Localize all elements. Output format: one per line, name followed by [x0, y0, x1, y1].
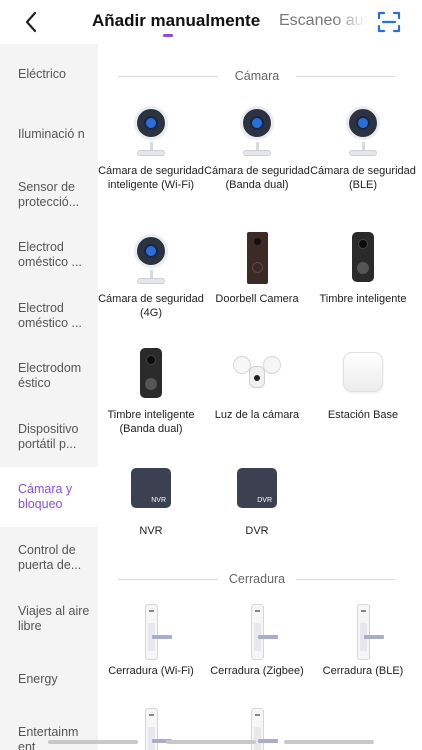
device-label: Timbre inteligente (Banda dual) [107, 409, 195, 435]
sidebar-item-label: Control de puerta de... [18, 543, 82, 572]
active-tab-indicator [163, 34, 173, 37]
nvr-recorder-icon: NVR [121, 464, 181, 520]
security-camera-icon [227, 104, 287, 160]
chevron-left-icon [25, 11, 37, 33]
sidebar-item-label: Viajes al aire libre [18, 604, 90, 633]
device-label: Cerradura (Wi-Fi) [108, 665, 194, 677]
device-list: Cámara Cámara de seguridad inteligente (… [98, 44, 422, 750]
door-lock-icon [333, 604, 393, 660]
device-card-camera-4g[interactable]: Cámara de seguridad (4G) [98, 232, 204, 320]
sidebar-item-lighting[interactable]: Iluminació n [0, 104, 98, 164]
device-label: Cerradura (Zigbee) [210, 665, 304, 677]
device-label: NVR [139, 525, 163, 537]
device-card-camera-ble[interactable]: Cámara de seguridad (BLE) [310, 104, 416, 192]
door-lock-icon [227, 604, 287, 660]
device-label: Luz de la cámara [214, 409, 300, 421]
device-label: Estación Base [327, 409, 399, 421]
sidebar-item-appliance-2[interactable]: Electrod oméstico ... [0, 286, 98, 346]
device-label: Doorbell Camera [215, 293, 299, 305]
divider-line [296, 579, 396, 580]
device-card-smart-doorbell-dualband[interactable]: Timbre inteligente (Banda dual) [98, 348, 204, 436]
base-station-icon [333, 348, 393, 404]
sidebar-item-label: Energy [18, 671, 58, 686]
tab-add-manually[interactable]: Añadir manualmente [92, 11, 260, 31]
sidebar-item-label: Electrod oméstico ... [18, 240, 82, 269]
device-label: Timbre inteligente [319, 293, 407, 305]
sidebar-item-label: Entertainm ent [18, 725, 79, 750]
device-card-camera-light[interactable]: Luz de la cámara [204, 348, 310, 422]
scan-button[interactable] [377, 10, 401, 34]
section-header-camera: Cámara [118, 66, 396, 86]
doorbell-camera-icon [227, 232, 287, 288]
security-camera-icon [121, 232, 181, 288]
sidebar-item-camera-lock[interactable]: Cámara y bloqueo [0, 467, 98, 527]
sidebar-item-label: Electrod oméstico ... [18, 301, 82, 330]
sidebar-item-label: Dispositivo portátil p... [18, 422, 79, 451]
device-card-camera-wifi[interactable]: Cámara de seguridad inteligente (Wi-Fi) [98, 104, 204, 192]
sidebar-item-outdoor-travel[interactable]: Viajes al aire libre [0, 589, 98, 649]
recorder-badge: NVR [151, 497, 166, 504]
door-lock-icon [121, 604, 181, 660]
tab-fade-overlay [335, 6, 375, 36]
smart-doorbell-icon [121, 348, 181, 404]
sidebar-item-portable-device[interactable]: Dispositivo portátil p... [0, 407, 98, 467]
sidebar-item-label: Iluminació n [18, 126, 85, 141]
device-card-nvr[interactable]: NVR NVR [98, 464, 204, 538]
device-label: Cerradura (BLE) [322, 665, 404, 677]
scan-icon [377, 11, 401, 33]
home-indicator [166, 740, 256, 744]
smart-doorbell-icon [333, 232, 393, 288]
home-indicator [284, 740, 374, 744]
device-card-base-station[interactable]: Estación Base [310, 348, 416, 422]
device-label: Cámara de seguridad inteligente (Wi-Fi) [98, 165, 204, 191]
sidebar-item-label: Sensor de protecció... [18, 180, 80, 209]
home-indicator [48, 740, 138, 744]
floodlight-camera-icon [227, 348, 287, 404]
sidebar-item-electrical[interactable]: Eléctrico [0, 44, 98, 104]
device-card-camera-dualband[interactable]: Cámara de seguridad (Banda dual) [204, 104, 310, 192]
sidebar-item-appliance-3[interactable]: Electrodom éstico [0, 346, 98, 406]
device-card-lock-zigbee[interactable]: Cerradura (Zigbee) [204, 604, 310, 678]
device-card-lock-wifi[interactable]: Cerradura (Wi-Fi) [98, 604, 204, 678]
security-camera-icon [121, 104, 181, 160]
device-card-lock-ble[interactable]: Cerradura (BLE) [310, 604, 416, 678]
sidebar-item-protection-sensor[interactable]: Sensor de protecció... [0, 165, 98, 225]
recorder-badge: DVR [257, 497, 272, 504]
sidebar-item-entertainment[interactable]: Entertainm ent [0, 710, 98, 750]
dvr-recorder-icon: DVR [227, 464, 287, 520]
sidebar-item-label: Cámara y bloqueo [18, 482, 73, 511]
category-sidebar: Eléctrico Iluminació n Sensor de protecc… [0, 44, 98, 750]
device-label: Cámara de seguridad (Banda dual) [204, 165, 310, 191]
divider-line [296, 76, 396, 77]
sidebar-item-appliance-1[interactable]: Electrod oméstico ... [0, 225, 98, 285]
sidebar-item-label: Eléctrico [18, 66, 66, 81]
top-bar: Añadir manualmente Escaneo automático [0, 0, 422, 44]
device-card-dvr[interactable]: DVR DVR [204, 464, 310, 538]
security-camera-icon [333, 104, 393, 160]
back-button[interactable] [18, 8, 46, 36]
device-card-doorbell-camera[interactable]: Doorbell Camera [204, 232, 310, 306]
sidebar-item-label: Electrodom éstico [18, 361, 82, 390]
sidebar-item-energy[interactable]: Energy [0, 649, 98, 709]
section-header-lock: Cerradura [118, 569, 396, 589]
device-label: DVR [245, 525, 269, 537]
device-label: Cámara de seguridad (BLE) [310, 165, 416, 191]
device-card-smart-doorbell[interactable]: Timbre inteligente [310, 232, 416, 306]
device-label: Cámara de seguridad (4G) [98, 293, 204, 319]
sidebar-item-door-control[interactable]: Control de puerta de... [0, 528, 98, 588]
